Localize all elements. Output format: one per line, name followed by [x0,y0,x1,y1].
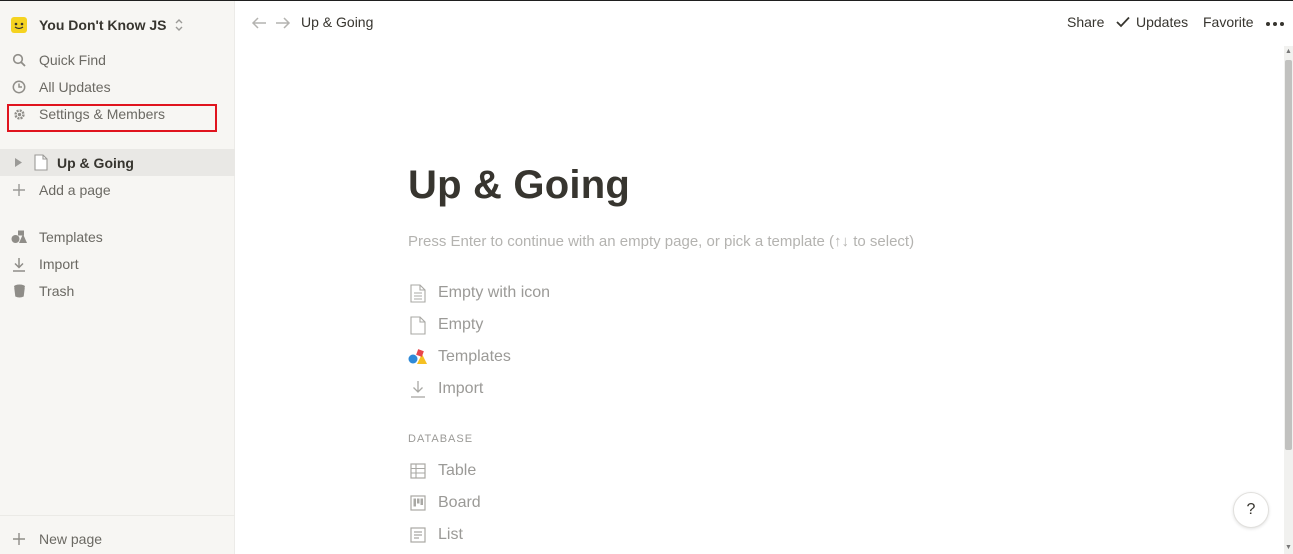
sidebar-item-quick-find[interactable]: Quick Find [10,49,225,71]
option-empty-with-icon[interactable]: Empty with icon [408,282,550,304]
plus-icon [10,530,28,548]
add-page-button[interactable]: Add a page [10,179,225,201]
list-icon [408,525,428,545]
favorite-button[interactable]: Favorite [1203,14,1254,30]
option-templates[interactable]: Templates [408,346,511,368]
search-icon [10,51,28,69]
page-icon [32,154,50,172]
page-title[interactable]: Up & Going [408,163,630,208]
workspace-switcher[interactable]: You Don't Know JS [10,15,184,35]
option-import[interactable]: Import [408,378,483,400]
board-icon [408,493,428,513]
trash-icon [10,282,28,300]
forward-arrow-icon[interactable] [275,15,291,31]
updates-label: Updates [1136,14,1189,30]
scrollbar[interactable]: ▲ ▼ [1284,46,1293,554]
check-icon [1116,16,1130,28]
page-icon [408,315,428,335]
chevron-up-down-icon [175,19,183,31]
page-text-icon [408,283,428,303]
new-page-button[interactable]: New page [10,528,225,550]
new-page-label: New page [39,531,103,547]
breadcrumb[interactable]: Up & Going [301,14,373,30]
import-icon [408,379,428,399]
workspace-icon [11,17,27,33]
scroll-up-arrow-icon[interactable]: ▲ [1285,48,1292,55]
sidebar-item-label: All Updates [39,79,111,95]
topbar: Up & Going Share Updates Favorite [235,1,1293,46]
option-label: Templates [438,348,511,365]
sidebar-item-import[interactable]: Import [10,253,225,275]
workspace-name: You Don't Know JS [39,17,167,33]
option-list[interactable]: List [408,524,463,546]
sidebar-item-trash[interactable]: Trash [10,280,225,302]
templates-icon [10,228,28,246]
import-icon [10,255,28,273]
option-label: Table [438,462,477,479]
sidebar-divider [0,515,235,516]
database-section-label: DATABASE [408,433,474,445]
option-label: List [438,526,463,543]
clock-icon [10,78,28,96]
option-table[interactable]: Table [408,460,476,482]
add-page-label: Add a page [39,182,111,198]
back-arrow-icon[interactable] [251,15,267,31]
annotation-highlight-box [7,104,217,132]
option-label: Board [438,494,481,511]
empty-page-hint: Press Enter to continue with an empty pa… [408,233,915,250]
option-empty[interactable]: Empty [408,314,483,336]
sidebar-item-label: Trash [39,283,75,299]
help-button[interactable]: ? [1233,492,1269,528]
option-board[interactable]: Board [408,492,481,514]
scrollbar-thumb[interactable] [1285,60,1292,450]
sidebar-item-label: Templates [39,229,103,245]
option-label: Import [438,380,484,397]
sidebar-page-up-going[interactable]: Up & Going [0,149,235,176]
plus-icon [10,181,28,199]
more-options-icon[interactable] [1266,14,1284,34]
option-label: Empty with icon [438,284,551,301]
table-icon [408,461,428,481]
sidebar-page-label: Up & Going [57,154,134,171]
sidebar: You Don't Know JS Quick Find All Updates… [0,1,235,554]
sidebar-item-all-updates[interactable]: All Updates [10,76,225,98]
share-button[interactable]: Share [1067,14,1104,30]
sidebar-item-templates[interactable]: Templates [10,226,225,248]
updates-button[interactable]: Updates [1116,14,1188,30]
sidebar-item-label: Import [39,256,79,272]
scroll-down-arrow-icon[interactable]: ▼ [1285,544,1292,551]
sidebar-item-label: Quick Find [39,52,106,68]
expand-triangle-icon[interactable] [12,157,24,169]
option-label: Empty [438,316,484,333]
templates-icon [408,347,428,367]
